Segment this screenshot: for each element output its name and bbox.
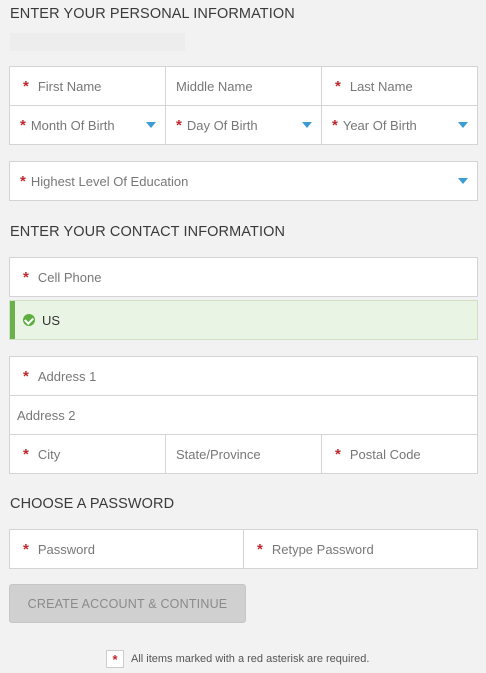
address1-field[interactable]: * Address 1: [10, 357, 477, 395]
month-of-birth-label: Month Of Birth: [30, 117, 115, 133]
chevron-down-icon: [146, 122, 156, 128]
success-bar: [10, 301, 15, 339]
day-of-birth-select[interactable]: * Day Of Birth: [165, 106, 321, 144]
country-selection[interactable]: US: [9, 300, 478, 340]
first-name-placeholder: First Name: [37, 78, 102, 94]
month-of-birth-select[interactable]: * Month Of Birth: [10, 106, 165, 144]
required-asterisk: *: [335, 77, 341, 95]
required-asterisk: *: [20, 116, 26, 134]
password-section-title: CHOOSE A PASSWORD: [10, 496, 175, 512]
personal-section-title: ENTER YOUR PERSONAL INFORMATION: [10, 6, 295, 22]
required-asterisk: *: [176, 116, 182, 134]
retype-password-field[interactable]: * Retype Password: [243, 530, 477, 568]
address1-placeholder: Address 1: [37, 368, 97, 384]
chevron-down-icon: [458, 122, 468, 128]
chevron-down-icon: [302, 122, 312, 128]
required-asterisk: *: [335, 445, 341, 463]
contact-section-title: ENTER YOUR CONTACT INFORMATION: [10, 224, 286, 240]
last-name-field[interactable]: * Last Name: [321, 67, 477, 105]
required-asterisk: *: [257, 540, 263, 558]
password-placeholder: Password: [37, 541, 95, 557]
required-asterisk: *: [23, 445, 29, 463]
check-circle-icon: [23, 314, 35, 326]
required-asterisk: *: [23, 77, 29, 95]
day-of-birth-label: Day Of Birth: [186, 117, 258, 133]
retype-password-placeholder: Retype Password: [271, 541, 374, 557]
name-fields-group: * First Name Middle Name * Last Name * M…: [9, 66, 478, 145]
postal-code-field[interactable]: * Postal Code: [321, 435, 477, 473]
education-label: Highest Level Of Education: [30, 173, 189, 189]
required-asterisk: *: [23, 367, 29, 385]
cell-phone-placeholder: Cell Phone: [37, 269, 102, 285]
required-note-text: All items marked with a red asterisk are…: [131, 653, 370, 665]
required-asterisk: *: [332, 116, 338, 134]
required-asterisk: *: [23, 268, 29, 286]
address2-placeholder: Address 2: [17, 407, 76, 423]
faint-placeholder-bar: [10, 33, 185, 51]
state-placeholder: State/Province: [176, 446, 261, 462]
cell-phone-field[interactable]: * Cell Phone: [9, 257, 478, 297]
required-asterisk: *: [23, 540, 29, 558]
city-field[interactable]: * City: [10, 435, 165, 473]
required-asterisk: *: [20, 172, 26, 190]
first-name-field[interactable]: * First Name: [10, 67, 165, 105]
required-note: * All items marked with a red asterisk a…: [106, 650, 369, 668]
create-account-button[interactable]: CREATE ACCOUNT & CONTINUE: [9, 584, 246, 623]
country-value: US: [42, 312, 61, 328]
middle-name-field[interactable]: Middle Name: [165, 67, 321, 105]
city-placeholder: City: [37, 446, 61, 462]
chevron-down-icon: [458, 178, 468, 184]
postal-code-placeholder: Postal Code: [349, 446, 421, 462]
state-field[interactable]: State/Province: [165, 435, 321, 473]
address-fields-group: * Address 1 Address 2 * City State/Provi…: [9, 356, 478, 474]
address2-field[interactable]: Address 2: [10, 396, 477, 434]
middle-name-placeholder: Middle Name: [176, 78, 253, 94]
last-name-placeholder: Last Name: [349, 78, 413, 94]
asterisk-icon: *: [106, 650, 124, 668]
password-fields-group: * Password * Retype Password: [9, 529, 478, 569]
education-select[interactable]: * Highest Level Of Education: [9, 161, 478, 201]
password-field[interactable]: * Password: [10, 530, 243, 568]
year-of-birth-select[interactable]: * Year Of Birth: [321, 106, 477, 144]
year-of-birth-label: Year Of Birth: [342, 117, 417, 133]
